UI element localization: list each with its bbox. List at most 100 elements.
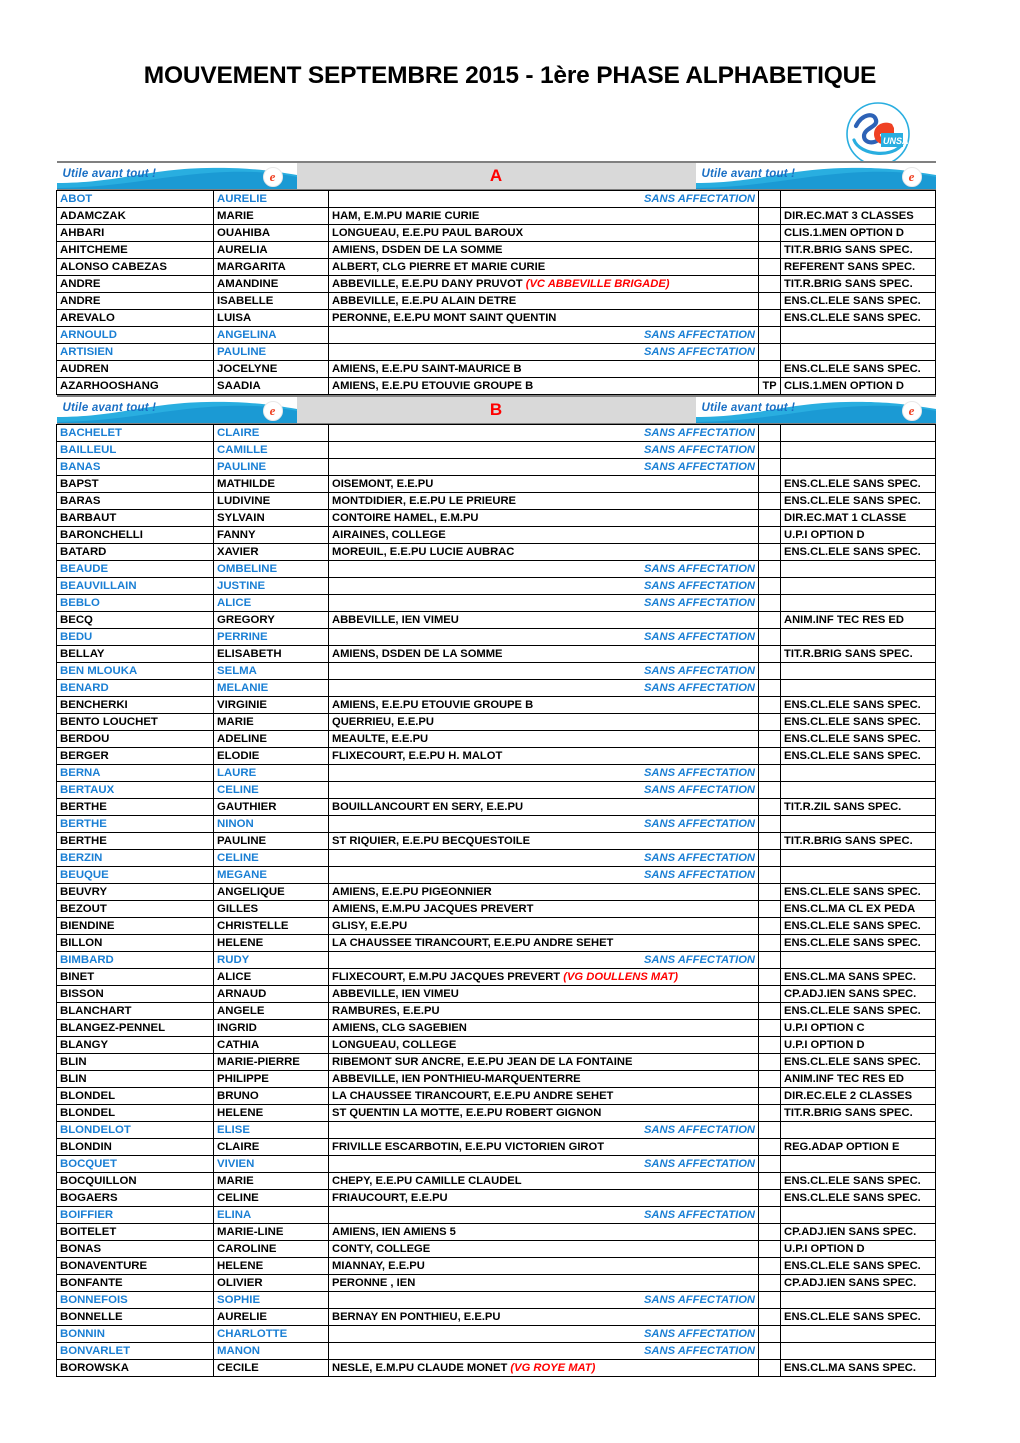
- badge-letter: e: [269, 169, 276, 184]
- cell-affectation: RIBEMONT SUR ANCRE, E.E.PU JEAN DE LA FO…: [328, 1053, 759, 1071]
- cell-affectation: BOUILLANCOURT EN SERY, E.E.PU: [328, 798, 759, 816]
- table-row: BEAUVILLAIN JUSTINE SANS AFFECTATION: [56, 577, 936, 595]
- letter-band-cell: Utile avant tout ! e B Utile avant tout ! e: [56, 395, 936, 425]
- cell-poste: ENS.CL.ELE SANS SPEC.: [780, 1257, 936, 1275]
- cell-affectation: AMIENS, DSDEN DE LA SOMME: [328, 241, 759, 259]
- cell-nom: BARAS: [56, 492, 214, 510]
- cell-poste: ENS.CL.ELE SANS SPEC.: [780, 543, 936, 561]
- table-row: BERGER ELODIE FLIXECOURT, E.E.PU H. MALOT E…: [56, 747, 936, 765]
- cell-poste: ENS.CL.ELE SANS SPEC.: [780, 713, 936, 731]
- cell-poste: [780, 764, 936, 782]
- cell-affectation: PERONNE, E.E.PU MONT SAINT QUENTIN: [328, 309, 759, 327]
- cell-prenom: ELODIE: [213, 747, 329, 765]
- cell-prenom: NINON: [213, 815, 329, 833]
- cell-nom: BARBAUT: [56, 509, 214, 527]
- cell-temps-partiel: [758, 360, 781, 378]
- table-row: BEZOUT GILLES AMIENS, E.M.PU JACQUES PREVE…: [56, 900, 936, 918]
- page-title: MOUVEMENT SEPTEMBRE 2015 - 1ère PHASE AL…: [143, 62, 877, 89]
- cell-affectation: SANS AFFECTATION: [328, 815, 759, 833]
- cell-nom: AHITCHEME: [56, 241, 214, 259]
- cell-poste: [780, 1342, 936, 1360]
- union-banner-right: Utile avant tout ! e: [695, 397, 936, 423]
- cell-poste: [780, 1325, 936, 1343]
- cell-nom: BEUVRY: [56, 883, 214, 901]
- cell-affectation: AMIENS, E.E.PU ETOUVIE GROUPE B: [328, 696, 759, 714]
- table-row: AREVALO LUISA PERONNE, E.E.PU MONT SAINT Q…: [56, 309, 936, 327]
- cell-nom: BOROWSKA: [56, 1359, 214, 1377]
- cell-affectation: SANS AFFECTATION: [328, 190, 759, 208]
- cell-nom: BOGAERS: [56, 1189, 214, 1207]
- cell-prenom: ANGELIQUE: [213, 883, 329, 901]
- cell-poste: U.P.I OPTION D: [780, 1036, 936, 1054]
- cell-temps-partiel: [758, 1172, 781, 1190]
- cell-nom: BLANCHART: [56, 1002, 214, 1020]
- cell-affectation: SANS AFFECTATION: [328, 1291, 759, 1309]
- cell-affectation: SANS AFFECTATION: [328, 343, 759, 361]
- cell-nom: BONNIN: [56, 1325, 214, 1343]
- cell-poste: ENS.CL.ELE SANS SPEC.: [780, 917, 936, 935]
- union-badge-icon: e: [901, 167, 922, 187]
- cell-affectation: SANS AFFECTATION: [328, 441, 759, 459]
- cell-affectation: ABBEVILLE, E.E.PU DANY PRUVOT (VC ABBEVI…: [328, 275, 759, 293]
- cell-poste: ENS.CL.ELE SANS SPEC.: [780, 934, 936, 952]
- cell-affectation: AIRAINES, COLLEGE: [328, 526, 759, 544]
- cell-prenom: HELENE: [213, 1104, 329, 1122]
- cell-prenom: OMBELINE: [213, 560, 329, 578]
- cell-temps-partiel: [758, 1359, 781, 1377]
- cell-prenom: INGRID: [213, 1019, 329, 1037]
- cell-prenom: ALICE: [213, 968, 329, 986]
- cell-poste: ENS.CL.ELE SANS SPEC.: [780, 475, 936, 493]
- cell-temps-partiel: [758, 713, 781, 731]
- affectation-annotation: (VG DOULLENS MAT): [560, 971, 679, 983]
- table-row: BENARD MELANIE SANS AFFECTATION: [56, 679, 936, 697]
- cell-nom: BEZOUT: [56, 900, 214, 918]
- cell-temps-partiel: [758, 662, 781, 680]
- cell-prenom: PAULINE: [213, 343, 329, 361]
- cell-nom: BIMBARD: [56, 951, 214, 969]
- cell-affectation: ALBERT, CLG PIERRE ET MARIE CURIE: [328, 258, 759, 276]
- cell-prenom: ELISE: [213, 1121, 329, 1139]
- cell-nom: BENCHERKI: [56, 696, 214, 714]
- table-row: BONNEFOIS SOPHIE SANS AFFECTATION: [56, 1291, 936, 1309]
- cell-affectation: SANS AFFECTATION: [328, 1155, 759, 1173]
- table-row: BERTHE PAULINE ST RIQUIER, E.E.PU BECQUEST…: [56, 832, 936, 850]
- cell-affectation: SANS AFFECTATION: [328, 577, 759, 595]
- cell-affectation: LONGUEAU, E.E.PU PAUL BAROUX: [328, 224, 759, 242]
- cell-prenom: MARIE: [213, 207, 329, 225]
- cell-poste: ANIM.INF TEC RES ED: [780, 1070, 936, 1088]
- cell-poste: CP.ADJ.IEN SANS SPEC.: [780, 985, 936, 1003]
- cell-temps-partiel: [758, 849, 781, 867]
- cell-affectation: SANS AFFECTATION: [328, 424, 759, 442]
- cell-temps-partiel: [758, 309, 781, 327]
- cell-prenom: OLIVIER: [213, 1274, 329, 1292]
- table-row: BERTAUX CELINE SANS AFFECTATION: [56, 781, 936, 799]
- cell-temps-partiel: [758, 241, 781, 259]
- table-row: BOCQUILLON MARIE CHEPY, E.E.PU CAMILLE CLA…: [56, 1172, 936, 1190]
- cell-temps-partiel: [758, 866, 781, 884]
- table-row: BLANCHART ANGELE RAMBURES, E.E.PU ENS.CL.EL…: [56, 1002, 936, 1020]
- cell-prenom: CHARLOTTE: [213, 1325, 329, 1343]
- letter-section-header: Utile avant tout ! e A Utile avant tout ! e: [56, 161, 936, 191]
- cell-poste: ENS.CL.ELE SANS SPEC.: [780, 492, 936, 510]
- cell-nom: BARONCHELLI: [56, 526, 214, 544]
- cell-prenom: CELINE: [213, 849, 329, 867]
- cell-affectation: MOREUIL, E.E.PU LUCIE AUBRAC: [328, 543, 759, 561]
- cell-prenom: MANON: [213, 1342, 329, 1360]
- cell-nom: ALONSO CABEZAS: [56, 258, 214, 276]
- cell-nom: BONNEFOIS: [56, 1291, 214, 1309]
- cell-nom: BACHELET: [56, 424, 214, 442]
- table-row: BANAS PAULINE SANS AFFECTATION: [56, 458, 936, 476]
- cell-temps-partiel: [758, 1070, 781, 1088]
- cell-poste: REFERENT SANS SPEC.: [780, 258, 936, 276]
- cell-affectation: MONTDIDIER, E.E.PU LE PRIEURE: [328, 492, 759, 510]
- cell-prenom: AURELIE: [213, 190, 329, 208]
- badge-letter: e: [908, 169, 915, 184]
- table-row: BOGAERS CELINE FRIAUCOURT, E.E.PU ENS.CL.EL…: [56, 1189, 936, 1207]
- cell-temps-partiel: [758, 424, 781, 442]
- cell-poste: ENS.CL.MA SANS SPEC.: [780, 1359, 936, 1377]
- cell-nom: AZARHOOSHANG: [56, 377, 214, 395]
- cell-prenom: RUDY: [213, 951, 329, 969]
- cell-poste: ENS.CL.ELE SANS SPEC.: [780, 883, 936, 901]
- table-row: ALONSO CABEZAS MARGARITA ALBERT, CLG PIERR…: [56, 258, 936, 276]
- cell-nom: BELLAY: [56, 645, 214, 663]
